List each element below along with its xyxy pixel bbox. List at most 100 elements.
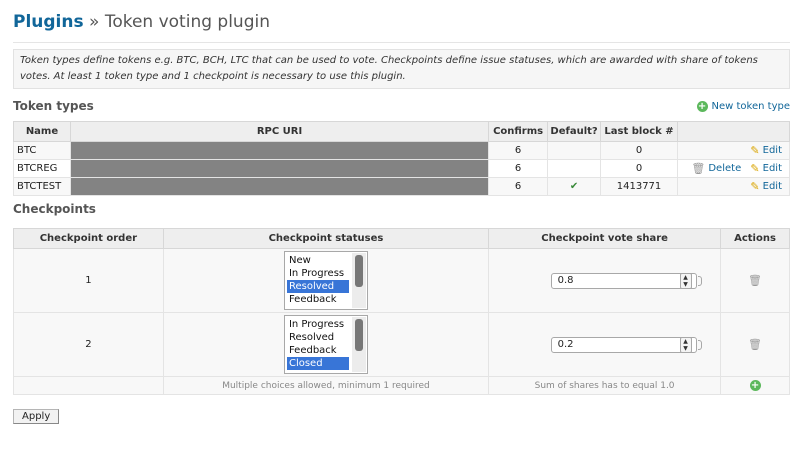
pencil-icon: ✎ xyxy=(750,144,760,157)
pencil-icon: ✎ xyxy=(750,180,760,193)
title-divider xyxy=(13,42,790,43)
edit-label: Edit xyxy=(762,181,782,192)
new-token-type-link[interactable]: + New token type xyxy=(696,101,790,117)
checkpoint-table-header: Checkpoint order Checkpoint statuses Che… xyxy=(13,228,790,249)
vote-share-value: 0.8 xyxy=(557,274,574,286)
col-checkpoint-order: Checkpoint order xyxy=(13,228,164,249)
status-option[interactable]: In Progress xyxy=(287,318,349,331)
token-default xyxy=(547,141,602,160)
table-row: BTC 6 0 ✎ Edit xyxy=(13,141,791,160)
checkpoint-share-cell: 0.8 ▲ ▼ xyxy=(488,248,722,313)
checkpoint-share-cell: 0.2 ▲ ▼ xyxy=(488,312,722,377)
statuses-multiselect[interactable]: New In Progress Resolved Feedback xyxy=(283,251,368,310)
token-last-block: 0 xyxy=(600,141,678,160)
col-default: Default? xyxy=(547,121,602,142)
token-types-heading: Token types xyxy=(13,99,94,113)
col-actions xyxy=(676,121,791,142)
vote-share-input[interactable]: 0.2 ▲ ▼ xyxy=(550,336,702,353)
rpc-uri-redacted xyxy=(69,159,490,178)
checkpoint-statuses-cell: In Progress Resolved Feedback Closed xyxy=(162,312,490,377)
status-option[interactable]: In Progress xyxy=(287,267,349,280)
plus-circle-icon: + xyxy=(696,101,708,112)
edit-label: Edit xyxy=(762,163,782,174)
apply-button[interactable]: Apply xyxy=(13,409,60,424)
token-types-header: Token types + New token type xyxy=(13,89,790,117)
checkpoints-heading: Checkpoints xyxy=(13,202,96,216)
pencil-icon: ✎ xyxy=(750,162,760,175)
checkmark-icon: ✔ xyxy=(547,177,602,196)
col-checkpoint-actions: Actions xyxy=(720,228,790,249)
checkpoint-statuses-cell: New In Progress Resolved Feedback xyxy=(162,248,490,313)
add-checkpoint-icon[interactable]: + xyxy=(749,380,761,391)
listbox-scrollbar[interactable] xyxy=(351,317,366,372)
token-actions: 🗑 Delete ✎ Edit xyxy=(676,159,791,178)
scrollbar-thumb[interactable] xyxy=(354,255,363,287)
table-row: 1 New In Progress Resolved Feedback 0.8 … xyxy=(13,248,790,313)
redaction-bar xyxy=(70,178,489,195)
table-row: BTCREG 6 0 🗑 Delete ✎ Edit xyxy=(13,159,791,178)
redaction-bar xyxy=(70,142,489,159)
trash-icon[interactable]: 🗑 xyxy=(748,274,762,287)
page-title: Plugins » Token voting plugin xyxy=(13,6,790,38)
share-hint: Sum of shares has to equal 1.0 xyxy=(488,376,722,395)
trash-icon: 🗑 xyxy=(691,162,706,175)
info-box: Token types define tokens e.g. BTC, BCH,… xyxy=(13,49,790,89)
checkpoint-order: 2 xyxy=(13,312,164,377)
checkpoint-actions-cell: 🗑 xyxy=(720,248,790,313)
status-option[interactable]: Resolved xyxy=(287,331,349,344)
token-actions: ✎ Edit xyxy=(676,141,791,160)
col-rpc-uri: RPC URI xyxy=(69,121,490,142)
edit-token-button[interactable]: ✎ Edit xyxy=(750,162,782,175)
token-last-block: 1413771 xyxy=(600,177,678,196)
token-types-table: Name RPC URI Confirms Default? Last bloc… xyxy=(13,121,791,196)
number-spinner-icon[interactable]: ▲ ▼ xyxy=(679,272,692,289)
breadcrumb-separator: » xyxy=(89,12,100,32)
checkpoints-table: Checkpoint order Checkpoint statuses Che… xyxy=(13,228,790,395)
token-actions: ✎ Edit xyxy=(676,177,791,196)
table-row: BTCTEST 6 ✔ 1413771 ✎ Edit xyxy=(13,177,791,196)
token-name: BTC xyxy=(13,141,71,160)
breadcrumb-plugins-link[interactable]: Plugins xyxy=(13,12,84,32)
rpc-uri-redacted xyxy=(69,141,490,160)
col-checkpoint-statuses: Checkpoint statuses xyxy=(162,228,490,249)
delete-label: Delete xyxy=(708,163,742,174)
token-default xyxy=(547,159,602,178)
new-token-type-label: New token type xyxy=(711,101,790,112)
vote-share-value: 0.2 xyxy=(557,338,574,350)
edit-token-button[interactable]: ✎ Edit xyxy=(750,180,782,193)
statuses-multiselect[interactable]: In Progress Resolved Feedback Closed xyxy=(283,315,368,374)
col-checkpoint-vote-share: Checkpoint vote share xyxy=(488,228,722,249)
token-name: BTCREG xyxy=(13,159,71,178)
status-option-selected[interactable]: Closed xyxy=(286,357,349,370)
page: Plugins » Token voting plugin Token type… xyxy=(0,0,800,424)
number-spinner-icon[interactable]: ▲ ▼ xyxy=(679,336,692,353)
checkpoint-actions-cell: 🗑 xyxy=(720,312,790,377)
trash-icon[interactable]: 🗑 xyxy=(748,338,762,351)
edit-token-button[interactable]: ✎ Edit xyxy=(750,144,782,157)
token-confirms: 6 xyxy=(488,141,549,160)
col-name: Name xyxy=(13,121,71,142)
status-option-selected[interactable]: Resolved xyxy=(286,280,349,293)
status-option[interactable]: New xyxy=(287,254,349,267)
redaction-bar xyxy=(70,160,489,177)
token-table-header: Name RPC URI Confirms Default? Last bloc… xyxy=(13,121,791,142)
checkpoint-footer-row: Multiple choices allowed, minimum 1 requ… xyxy=(13,376,790,395)
listbox-scrollbar[interactable] xyxy=(351,253,366,308)
token-confirms: 6 xyxy=(488,159,549,178)
token-last-block: 0 xyxy=(600,159,678,178)
vote-share-input[interactable]: 0.8 ▲ ▼ xyxy=(550,272,702,289)
delete-token-button[interactable]: 🗑 Delete xyxy=(691,162,741,175)
add-checkpoint-cell: + xyxy=(720,376,790,395)
rpc-uri-redacted xyxy=(69,177,490,196)
status-option[interactable]: Feedback xyxy=(287,344,349,357)
edit-label: Edit xyxy=(762,145,782,156)
status-option[interactable]: Feedback xyxy=(287,293,349,306)
col-confirms: Confirms xyxy=(488,121,549,142)
token-name: BTCTEST xyxy=(13,177,71,196)
table-row: 2 In Progress Resolved Feedback Closed 0… xyxy=(13,312,790,377)
checkpoint-order: 1 xyxy=(13,248,164,313)
statuses-hint: Multiple choices allowed, minimum 1 requ… xyxy=(162,376,490,395)
page-title-text: Token voting plugin xyxy=(104,12,270,32)
token-confirms: 6 xyxy=(488,177,549,196)
scrollbar-thumb[interactable] xyxy=(354,319,363,351)
